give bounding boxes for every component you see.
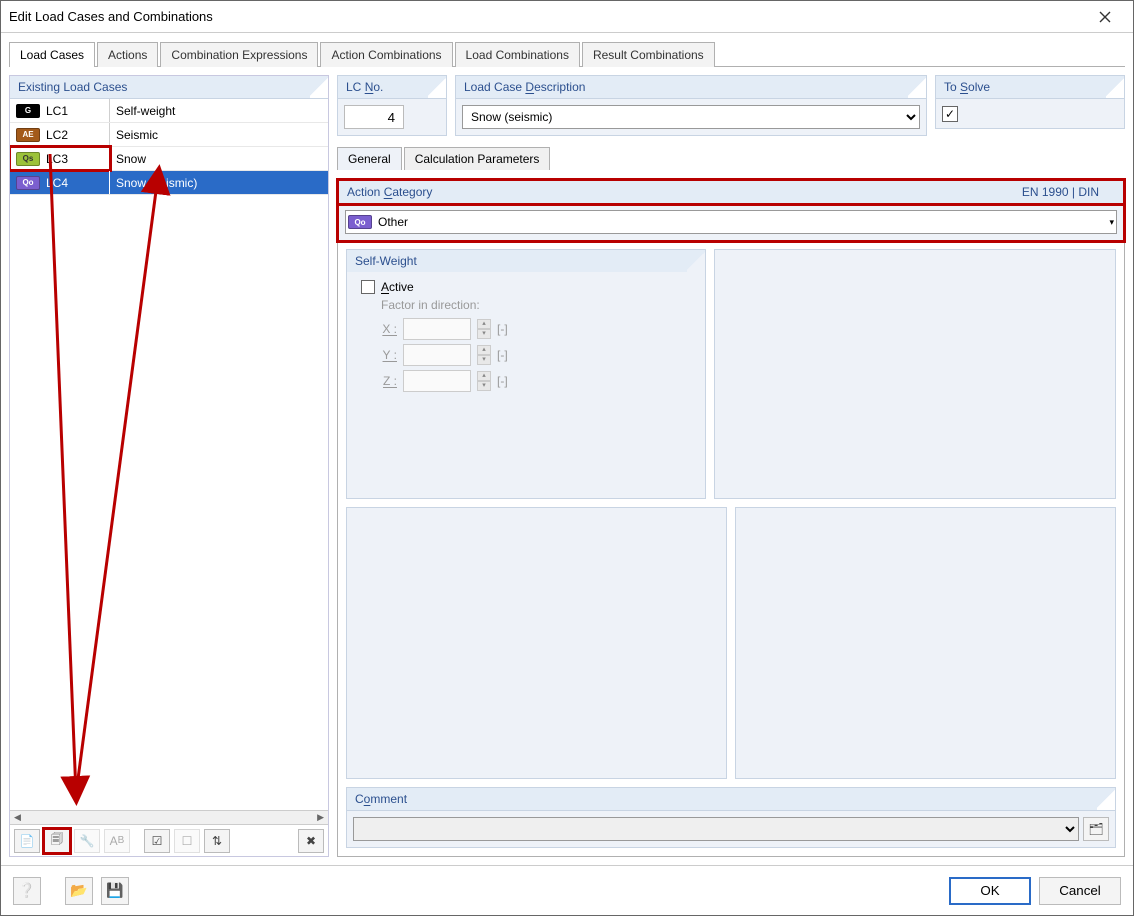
main-tabstrip: Load Cases Actions Combination Expressio… — [1, 33, 1133, 66]
spin-down-icon: ▾ — [477, 355, 491, 365]
save-button[interactable]: 💾 — [101, 877, 129, 905]
tag-badge: G — [16, 104, 40, 118]
select-all-button[interactable]: ☑ — [144, 829, 170, 853]
scroll-right-icon[interactable]: ▶ — [317, 812, 324, 823]
deselect-button: ☐ — [174, 829, 200, 853]
tag-badge: AE — [16, 128, 40, 142]
load-case-list[interactable]: GLC1 Self-weight AELC2 Seismic QsLC3 Sno… — [10, 99, 328, 810]
empty-panel-3 — [735, 507, 1116, 779]
close-button[interactable] — [1085, 3, 1125, 31]
window-title: Edit Load Cases and Combinations — [9, 9, 1085, 24]
copy-button[interactable]: 🗐 — [44, 829, 70, 853]
subtabstrip: General Calculation Parameters — [337, 146, 1125, 169]
empty-panel-2 — [346, 507, 727, 779]
lc-desc-select[interactable]: Snow (seismic) — [462, 105, 920, 129]
active-checkbox-row[interactable]: Active — [361, 280, 691, 294]
comment-select[interactable] — [353, 817, 1079, 841]
existing-load-cases-panel: Existing Load Cases GLC1 Self-weight AEL… — [9, 75, 329, 857]
to-solve-checkbox[interactable]: ✓ — [942, 106, 958, 122]
subtab-calc-params[interactable]: Calculation Parameters — [404, 147, 551, 170]
chevron-down-icon: ▾ — [1109, 217, 1114, 228]
tab-result-combinations[interactable]: Result Combinations — [582, 42, 715, 67]
scroll-left-icon[interactable]: ◀ — [14, 812, 21, 823]
list-item[interactable]: GLC1 Self-weight — [10, 99, 328, 123]
lc-no-header: LC No. — [337, 75, 447, 99]
list-item[interactable]: QoLC4 Snow (seismic) — [10, 171, 328, 195]
tab-action-combinations[interactable]: Action Combinations — [320, 42, 452, 67]
subtab-general[interactable]: General — [337, 147, 402, 170]
list-toolbar: 📄 🗐 🔧 AB ☑ ☐ ⇅ ✖ — [10, 824, 328, 856]
new-button[interactable]: 📄 — [14, 829, 40, 853]
tag-badge: Qs — [16, 152, 40, 166]
spin-down-icon: ▾ — [477, 329, 491, 339]
spin-up-icon: ▴ — [477, 371, 491, 381]
empty-panel-1 — [714, 249, 1116, 499]
tag-badge: Qo — [348, 215, 372, 229]
spin-down-icon: ▾ — [477, 381, 491, 391]
tab-load-combinations[interactable]: Load Combinations — [455, 42, 580, 67]
tab-load-cases[interactable]: Load Cases — [9, 42, 95, 67]
assign-b-button: AB — [104, 829, 130, 853]
factor-label: Factor in direction: — [381, 298, 691, 312]
lc-desc-header: Load Case Description — [455, 75, 927, 99]
existing-header: Existing Load Cases — [10, 76, 328, 99]
ok-button[interactable]: OK — [949, 877, 1031, 905]
comment-header: Comment — [346, 787, 1116, 811]
factor-z-input — [403, 370, 471, 392]
to-solve-header: To Solve — [935, 75, 1125, 99]
toggle-button[interactable]: ⇅ — [204, 829, 230, 853]
factor-x-input — [403, 318, 471, 340]
tag-badge: Qo — [16, 176, 40, 190]
open-button[interactable]: 📂 — [65, 877, 93, 905]
help-button[interactable]: ❔ — [13, 877, 41, 905]
action-category-select[interactable]: Qo Other ▾ — [345, 210, 1117, 234]
cancel-button[interactable]: Cancel — [1039, 877, 1121, 905]
tab-actions[interactable]: Actions — [97, 42, 158, 67]
lc-no-input[interactable] — [344, 105, 404, 129]
active-checkbox[interactable] — [361, 280, 375, 294]
action-category-header: Action Category EN 1990 | DIN — [338, 180, 1124, 204]
horizontal-scrollbar[interactable]: ◀ ▶ — [10, 810, 328, 824]
spin-up-icon: ▴ — [477, 345, 491, 355]
spin-up-icon: ▴ — [477, 319, 491, 329]
close-icon — [1099, 11, 1111, 23]
list-item[interactable]: AELC2 Seismic — [10, 123, 328, 147]
assign-button: 🔧 — [74, 829, 100, 853]
standard-label: EN 1990 | DIN — [1022, 185, 1099, 199]
self-weight-header: Self-Weight — [347, 250, 705, 272]
delete-button[interactable]: ✖ — [298, 829, 324, 853]
self-weight-panel: Self-Weight Active Factor in direction: … — [346, 249, 706, 499]
tab-combination-expressions[interactable]: Combination Expressions — [160, 42, 318, 67]
list-item[interactable]: QsLC3 Snow — [10, 147, 328, 171]
factor-y-input — [403, 344, 471, 366]
comment-library-button[interactable]: 🗂 — [1083, 817, 1109, 841]
